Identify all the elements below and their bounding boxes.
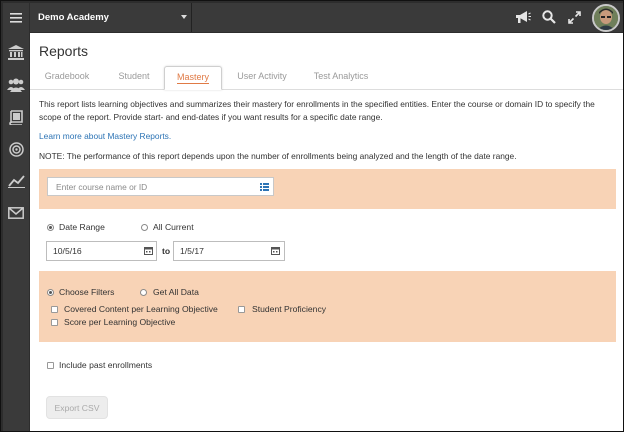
past-enrollments-label: Include past enrollments [59, 360, 153, 370]
covered-content-checkbox[interactable] [51, 306, 58, 313]
all-current-radio[interactable] [141, 224, 148, 231]
date-range-radio[interactable] [47, 224, 54, 231]
tab-user-activity[interactable]: User Activity [230, 66, 294, 90]
tab-gradebook[interactable]: Gradebook [36, 66, 98, 90]
tab-test-analytics[interactable]: Test Analytics [306, 66, 376, 90]
date-range-label: Date Range [59, 222, 105, 232]
calendar-icon[interactable] [144, 246, 153, 257]
student-proficiency-checkbox[interactable] [238, 306, 245, 313]
score-per-objective-label: Score per Learning Objective [64, 317, 176, 327]
app-window: Demo Academy Reports Gradebook Student M… [0, 0, 624, 432]
reports-panel: Reports Gradebook Student Mastery User A… [30, 33, 623, 431]
announcement-icon[interactable] [514, 8, 532, 26]
calendar-icon[interactable] [271, 246, 280, 257]
book-icon[interactable] [3, 104, 29, 130]
tab-student[interactable]: Student [108, 66, 160, 90]
org-name: Demo Academy [38, 12, 109, 23]
search-icon[interactable] [540, 8, 558, 26]
menu-icon[interactable] [3, 5, 29, 31]
target-icon[interactable] [3, 136, 29, 162]
top-bar: Demo Academy [30, 3, 623, 32]
chevron-down-icon[interactable] [181, 15, 187, 19]
student-proficiency-label: Student Proficiency [252, 304, 327, 314]
user-avatar[interactable] [592, 4, 620, 32]
course-search-input[interactable] [47, 177, 274, 196]
institution-icon[interactable] [3, 39, 29, 65]
tab-mastery[interactable]: Mastery [164, 66, 222, 90]
report-description: This report lists learning objectives an… [39, 99, 595, 122]
choose-filters-radio[interactable] [47, 289, 54, 296]
sidebar [3, 3, 29, 431]
score-per-objective-checkbox[interactable] [51, 319, 58, 326]
page-title: Reports [39, 43, 89, 59]
filters-section: Choose Filters Get All Data Covered Cont… [39, 271, 616, 342]
all-current-label: All Current [153, 222, 194, 232]
end-date-input[interactable] [173, 241, 285, 261]
org-selector[interactable]: Demo Academy [30, 3, 191, 32]
list-icon[interactable] [260, 183, 269, 193]
learn-more-link[interactable]: Learn more about Mastery Reports. [39, 131, 171, 141]
to-label: to [162, 246, 171, 256]
analytics-icon[interactable] [3, 168, 29, 194]
users-icon[interactable] [3, 72, 29, 98]
export-csv-button[interactable]: Export CSV [46, 396, 108, 419]
choose-filters-label: Choose Filters [59, 287, 115, 297]
get-all-data-label: Get All Data [153, 287, 199, 297]
get-all-data-radio[interactable] [140, 289, 147, 296]
course-selector-section [39, 169, 616, 209]
divider [191, 3, 192, 32]
mail-icon[interactable] [3, 200, 29, 226]
performance-note: NOTE: The performance of this report dep… [39, 151, 517, 161]
start-date-input[interactable] [46, 241, 157, 261]
report-tabs: Gradebook Student Mastery User Activity … [30, 62, 623, 90]
covered-content-label: Covered Content per Learning Objective [64, 304, 218, 314]
expand-icon[interactable] [565, 8, 583, 26]
past-enrollments-checkbox[interactable] [47, 362, 54, 369]
